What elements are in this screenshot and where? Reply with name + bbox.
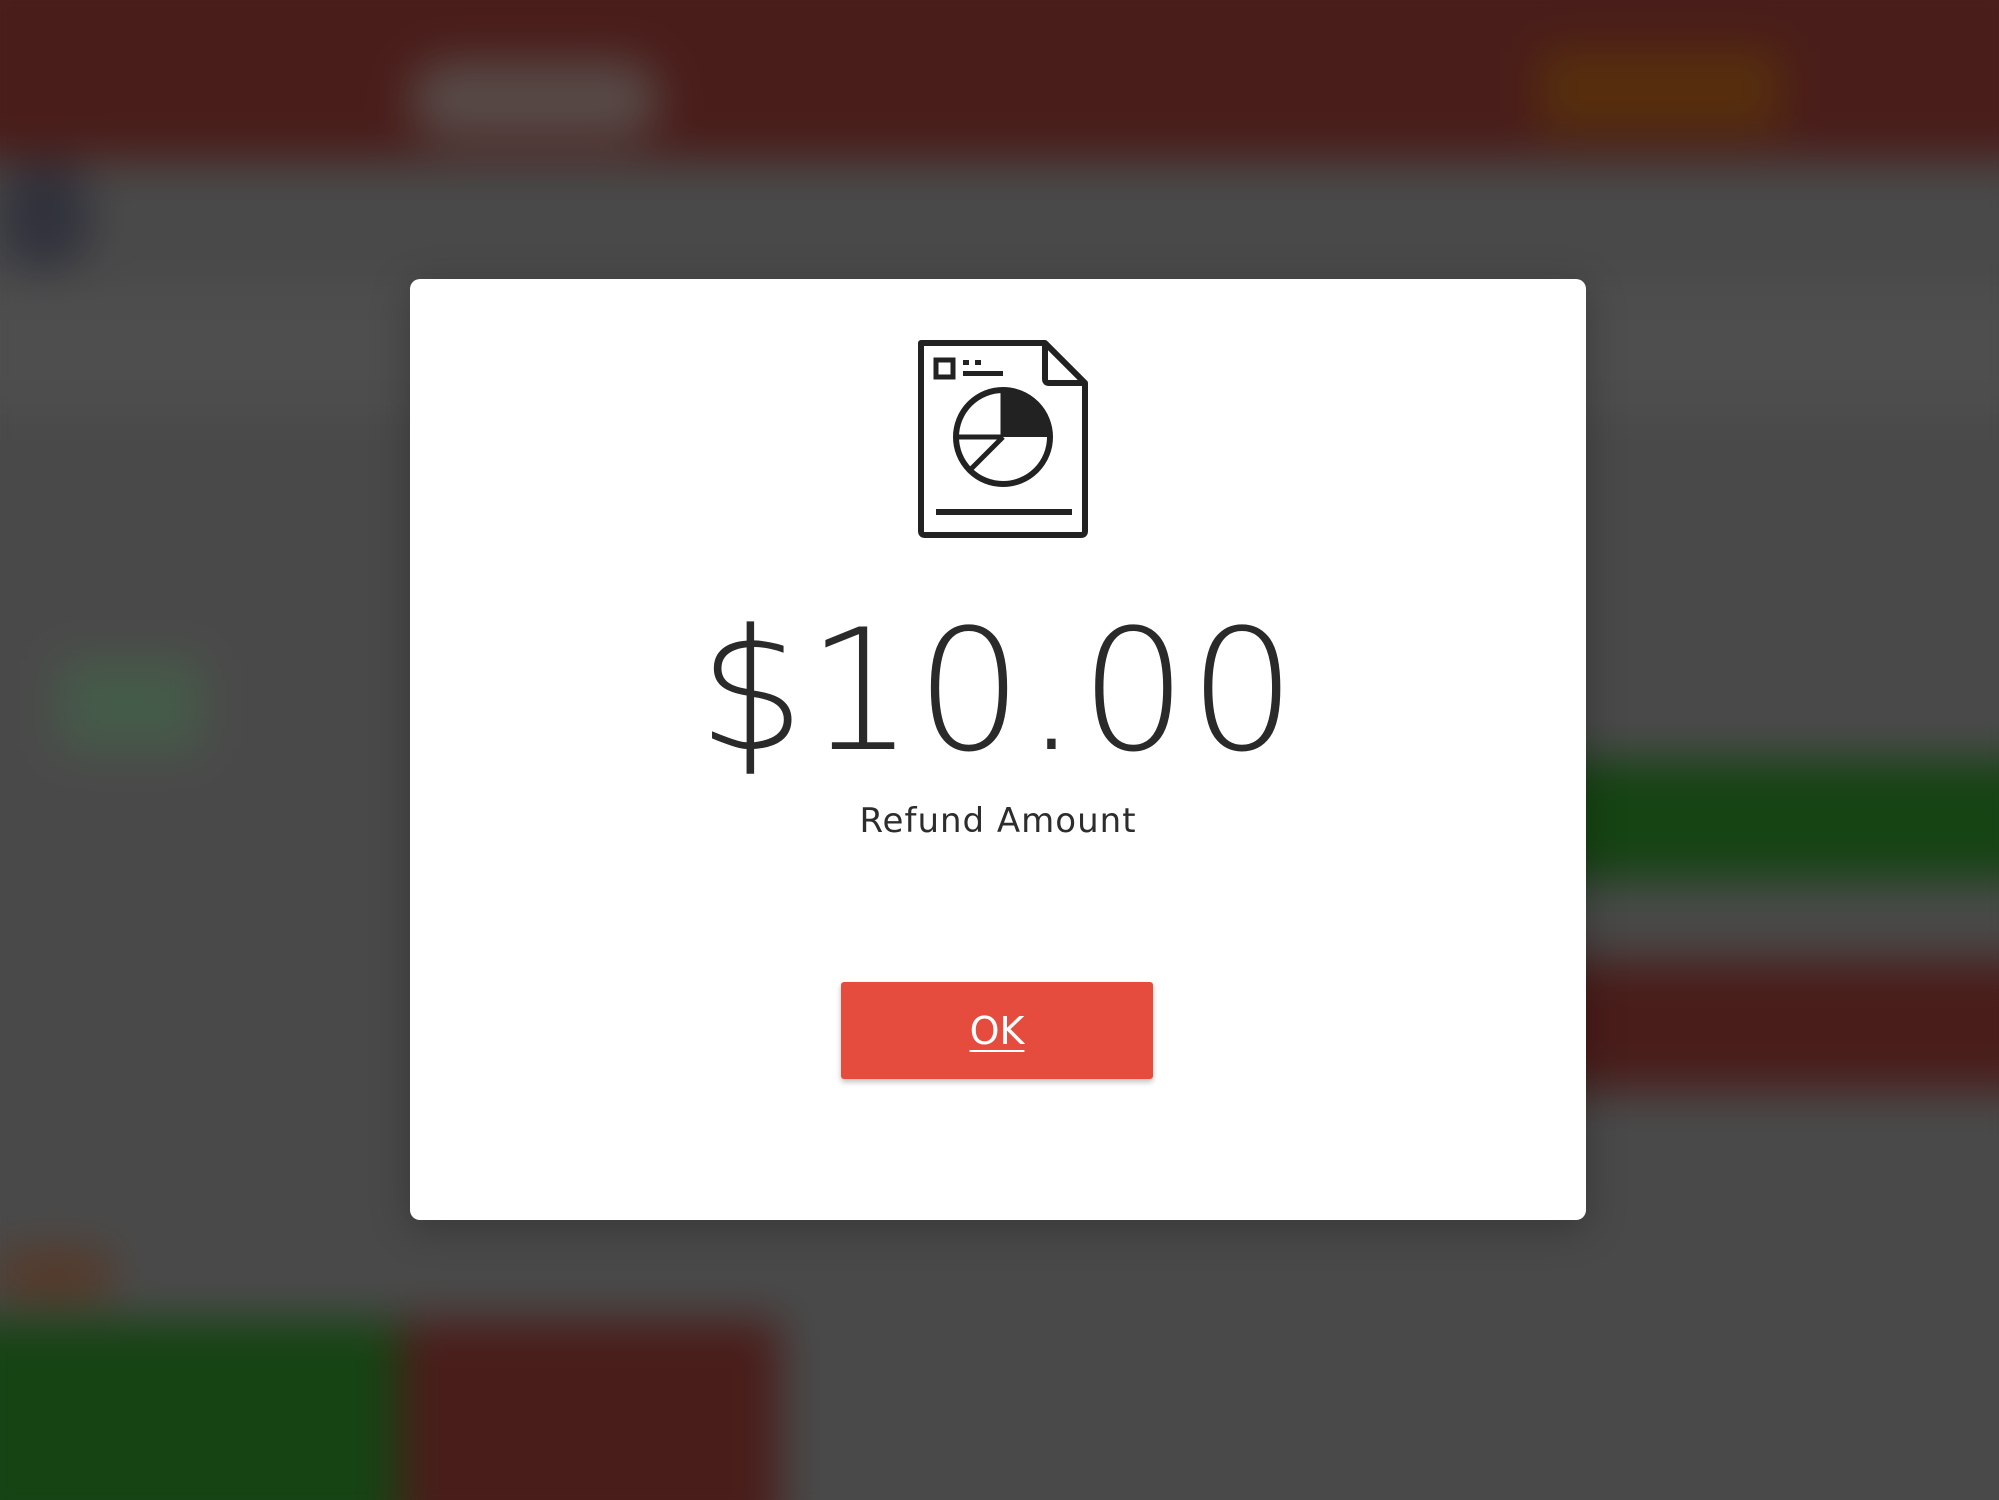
- ok-button[interactable]: OK: [841, 982, 1153, 1079]
- refund-amount-label: Refund Amount: [859, 801, 1137, 841]
- refund-amount-value: $10.00: [698, 593, 1298, 789]
- refund-dialog: $10.00 Refund Amount OK: [410, 279, 1586, 1220]
- report-document-pie-chart-icon: [918, 340, 1088, 538]
